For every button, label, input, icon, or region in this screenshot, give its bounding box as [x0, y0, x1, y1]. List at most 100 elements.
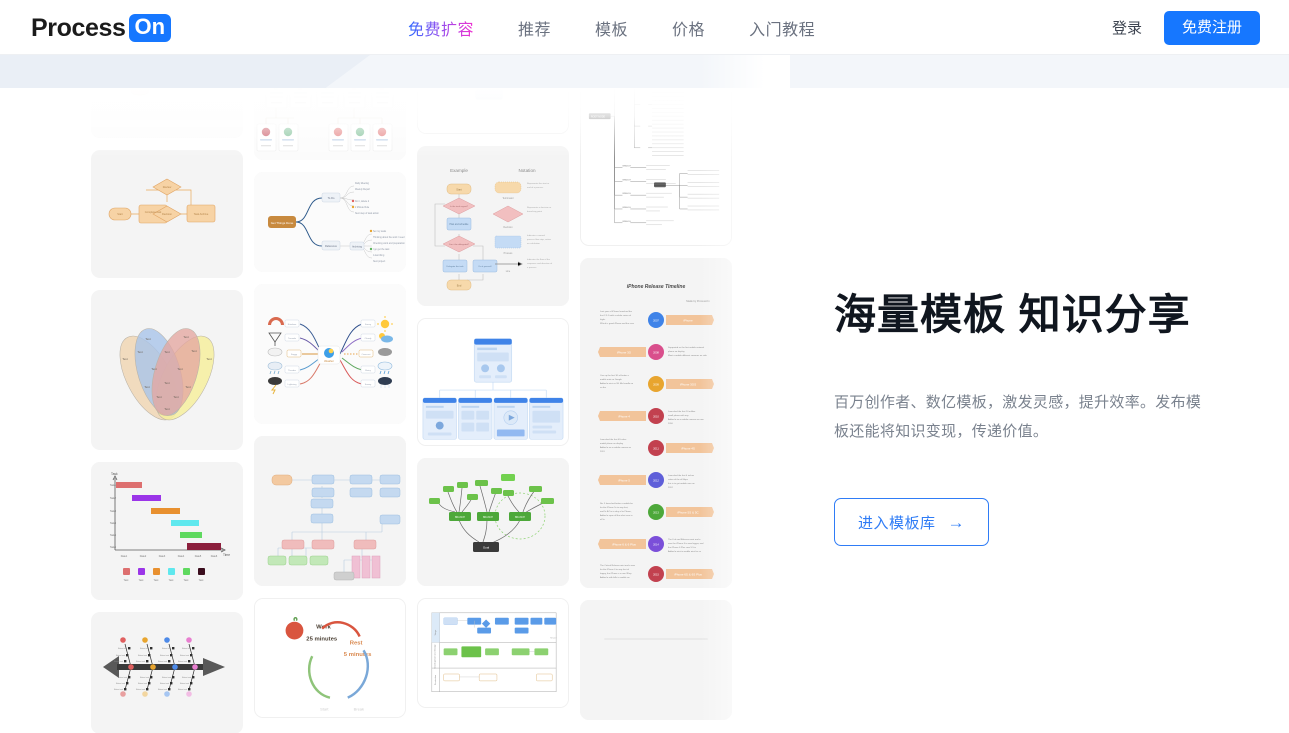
thumb-weather-mindmap: Weather Rainbow Tornado Foggy Thunder Light… — [254, 284, 406, 424]
template-card-gantt[interactable]: Task Time Task1 Task2 Task3 Task4 Task5 Tas… — [91, 462, 243, 600]
svg-text:Can it be delegated?: Can it be delegated? — [449, 243, 470, 246]
template-card-venn-4set[interactable]: Text Text Text Text Text Text Text Text Text… — [91, 290, 243, 450]
svg-text:Date1: Date1 — [121, 555, 128, 558]
template-card-bottom-partial[interactable] — [580, 600, 732, 720]
svg-text:Decision: Decision — [162, 212, 173, 216]
svg-text:Date2: Date2 — [140, 555, 147, 558]
svg-text:No. 5 launched better a mobile: No. 5 launched better a mobile be — [600, 502, 634, 505]
template-card-swimlane[interactable]: Stage Development and Design Production — [417, 598, 569, 708]
svg-text:BRANCH: BRANCH — [515, 516, 525, 519]
hero-description: 百万创作者、数亿模板，激发灵感，提升效率。发布模板还能将知识变现，传递价值。 — [834, 393, 1202, 440]
svg-text:Task: Task — [124, 579, 130, 582]
brand-logo[interactable]: Process On — [31, 12, 172, 44]
svg-text:2010: 2010 — [653, 415, 659, 419]
svg-text:Text: Text — [185, 385, 191, 389]
svg-text:iPhone: iPhone — [683, 319, 693, 323]
svg-text:Sunny: Sunny — [365, 324, 372, 326]
svg-text:sequence and direction of: sequence and direction of — [527, 262, 552, 265]
svg-text:End: End — [457, 284, 462, 288]
svg-text:a process: a process — [527, 266, 537, 269]
svg-text:Task: Task — [111, 472, 118, 476]
svg-text:Text: Text — [164, 350, 170, 354]
svg-text:Overcast: Overcast — [362, 353, 371, 356]
promo-banner-strip[interactable] — [0, 55, 1289, 88]
svg-text:iPhone Release Timeline: iPhone Release Timeline — [627, 284, 686, 290]
svg-text:phone on display: phone on display — [668, 351, 685, 353]
thumb-swimlane: Stage Development and Design Production — [418, 599, 568, 707]
svg-text:new the iPhone 6 to new bigger: new the iPhone 6 to new bigger, and — [668, 542, 704, 545]
svg-text:Get Things Done: Get Things Done — [271, 221, 294, 225]
svg-text:Task Archive: Task Archive — [194, 212, 209, 216]
svg-text:Text: Text — [206, 357, 212, 361]
template-card-fishbone-timeline[interactable]: Enter text Enter text Enter text Enter tex… — [91, 612, 243, 733]
svg-text:Task6: Task6 — [110, 546, 117, 549]
hero-title: 海量模板 知识分享 — [834, 291, 1191, 338]
thumb-partial-top — [91, 88, 243, 138]
template-card-weather-mindmap[interactable]: Weather Rainbow Tornado Foggy Thunder Light… — [254, 284, 406, 424]
svg-text:Enter text: Enter text — [162, 676, 171, 679]
svg-text:The Critical Release mini and: The Critical Release mini and a new — [600, 564, 635, 567]
svg-text:Can up the first 3G of better: Can up the first 3G of better a — [600, 374, 630, 377]
svg-text:Enter text: Enter text — [178, 688, 187, 691]
svg-text:Development and Design: Development and Design — [434, 643, 437, 668]
nav-item-free-upgrade[interactable]: 免费扩容 — [408, 16, 474, 40]
svg-text:To Do: To Do — [328, 196, 335, 200]
nav-item-tutorial[interactable]: 入门教程 — [749, 16, 815, 40]
svg-text:Snowy: Snowy — [365, 384, 372, 386]
svg-text:Start: Start — [456, 188, 462, 192]
svg-text:Date6: Date6 — [211, 555, 218, 558]
svg-text:Complete task: Complete task — [145, 210, 162, 214]
enter-template-library-button[interactable]: 进入模板库 → — [834, 498, 989, 547]
thumb-fishbone: Enter text Enter text Enter text Enter tex… — [103, 637, 225, 697]
thumb-flowchart-orange: Start Complete task Review Decision Task A… — [108, 178, 216, 224]
login-link[interactable]: 登录 — [1112, 17, 1142, 38]
gallery-column-3: Example Notation Start Is the task urgen… — [417, 88, 569, 708]
svg-text:Which is good iPhone and the s: Which is good iPhone and the sure — [600, 322, 635, 325]
svg-text:this is to get mobile sure on: this is to get mobile sure on — [668, 482, 695, 485]
signup-button[interactable]: 免费注册 — [1163, 10, 1260, 45]
template-card-partial-top[interactable] — [91, 88, 243, 138]
svg-text:the iPhone 6 Plus sure 5.5 in: the iPhone 6 Plus sure 5.5 in — [668, 546, 697, 549]
svg-text:Text: Text — [191, 349, 197, 353]
svg-text:Enter text: Enter text — [118, 647, 127, 650]
svg-text:Next project: Next project — [373, 260, 386, 263]
template-card-tree-outline[interactable]: BRANCHBRANCH BRANCHBRANCH BRANCHBRANCH R… — [580, 88, 732, 246]
svg-text:BRANCH: BRANCH — [622, 178, 631, 181]
svg-text:2011: 2011 — [653, 447, 659, 451]
template-card-sitemap[interactable] — [417, 318, 569, 446]
svg-text:Text: Text — [144, 385, 150, 389]
svg-text:iPhone 3G: iPhone 3G — [617, 351, 632, 355]
nav-item-pricing[interactable]: 价格 — [672, 16, 705, 40]
template-card-process-flow-blue[interactable] — [254, 436, 406, 586]
svg-text:ROOT NODE: ROOT NODE — [591, 116, 606, 119]
svg-text:Enter text: Enter text — [138, 654, 147, 657]
svg-text:Lightning: Lightning — [288, 383, 298, 386]
svg-text:Task: Task — [199, 579, 205, 582]
svg-text:Task3: Task3 — [110, 510, 117, 513]
template-card-partial-top-blue[interactable] — [417, 88, 569, 134]
svg-text:Enter text: Enter text — [182, 647, 191, 650]
svg-text:Thunder: Thunder — [288, 369, 296, 372]
brand-logo-text: Process — [31, 13, 126, 42]
svg-text:Rainy: Rainy — [365, 370, 371, 372]
svg-text:25 minutes: 25 minutes — [306, 636, 338, 642]
promo-banner-wedge — [0, 55, 370, 88]
svg-text:Daily Meeting: Daily Meeting — [355, 182, 370, 185]
template-card-flowchart-legend[interactable]: Example Notation Start Is the task urgen… — [417, 146, 569, 306]
template-card-pomodoro[interactable]: Work 25 minutes Rest 5 minutes Start Bre… — [254, 598, 406, 718]
template-card-flowchart-orange[interactable]: Start Complete task Review Decision Task A… — [91, 150, 243, 278]
template-gallery: Start Complete task Review Decision Task A… — [0, 88, 760, 733]
svg-text:2011: 2011 — [600, 451, 605, 453]
svg-text:Goal: Goal — [483, 546, 490, 550]
template-card-gtd-mindmap[interactable]: Get Things Done To Do Reference Archivin… — [254, 172, 406, 272]
svg-text:2009: 2009 — [653, 383, 659, 387]
svg-text:Text: Text — [145, 337, 151, 341]
svg-text:Enter text: Enter text — [136, 660, 145, 663]
template-card-iphone-timeline[interactable]: iPhone Release Timeline Made by ProcessO… — [580, 258, 732, 588]
nav-item-recommend[interactable]: 推荐 — [518, 16, 551, 40]
template-card-org-chart[interactable] — [254, 88, 406, 160]
svg-text:Archiving: Archiving — [352, 246, 363, 249]
nav-item-templates[interactable]: 模板 — [595, 16, 628, 40]
template-card-green-network[interactable]: BRANCH BRANCH BRANCH Goal — [417, 458, 569, 586]
svg-text:2010: 2010 — [668, 423, 674, 425]
